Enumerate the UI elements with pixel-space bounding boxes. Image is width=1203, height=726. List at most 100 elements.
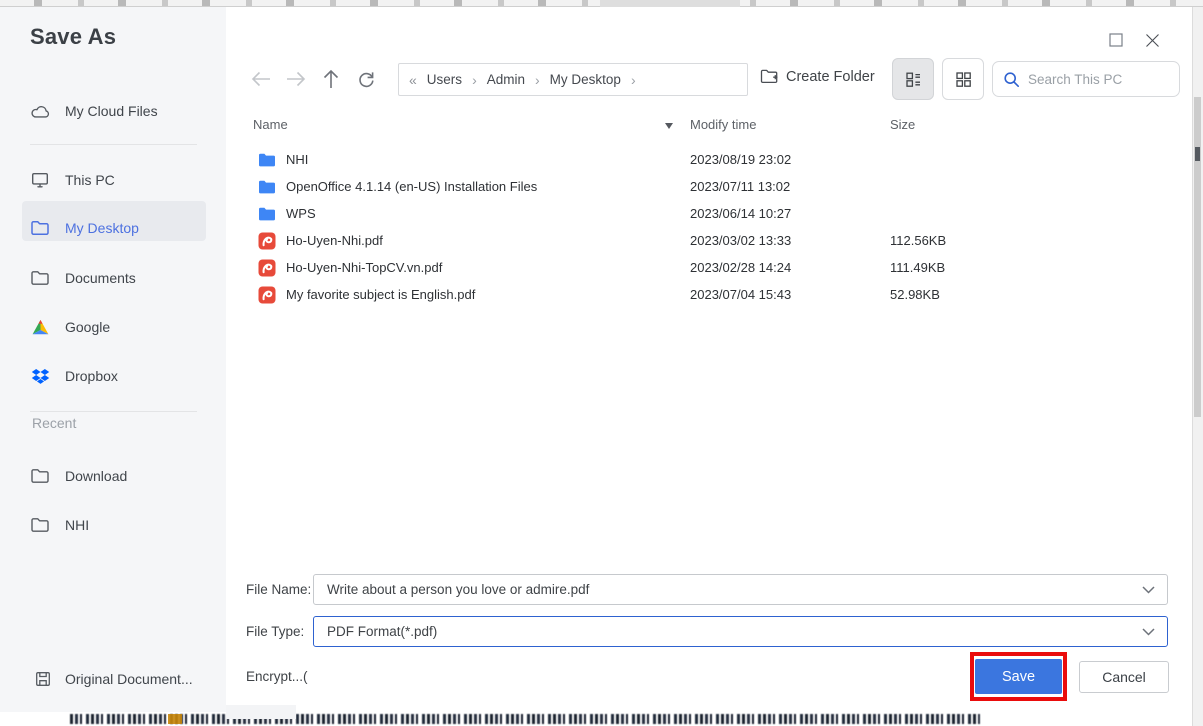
sidebar-item-label: Dropbox <box>65 368 118 384</box>
sidebar-item-my-desktop[interactable]: My Desktop <box>30 214 139 242</box>
arrow-up-icon <box>323 69 339 88</box>
background-document-highlight <box>168 714 182 724</box>
table-row[interactable]: My favorite subject is English.pdf 2023/… <box>253 281 1168 308</box>
sidebar-item-label: Documents <box>65 270 136 286</box>
breadcrumb-item-admin[interactable]: Admin <box>487 72 525 87</box>
file-type-icon <box>258 232 276 250</box>
sidebar-item-nhi[interactable]: NHI <box>30 511 89 539</box>
save-as-dialog: Save As My Cloud Files This PC My Deskto… <box>0 7 1192 719</box>
maximize-icon <box>1109 33 1123 47</box>
folder-icon <box>30 268 50 288</box>
file-name: Ho-Uyen-Nhi.pdf <box>286 233 383 248</box>
file-name-value: Write about a person you love or admire.… <box>327 582 590 597</box>
sidebar-item-my-cloud-files[interactable]: My Cloud Files <box>30 97 158 125</box>
file-modified-time: 2023/08/19 23:02 <box>690 152 792 167</box>
background-scrollbar-thumb[interactable] <box>1194 97 1201 417</box>
dialog-bottom-corner <box>226 705 296 719</box>
dropbox-icon <box>30 366 50 386</box>
folder-icon <box>259 153 275 166</box>
folder-icon <box>30 515 50 535</box>
chevron-down-icon[interactable] <box>1142 585 1155 594</box>
maximize-button[interactable] <box>1105 29 1127 51</box>
sort-descending-icon[interactable] <box>665 123 673 129</box>
search-input[interactable] <box>1028 71 1158 87</box>
close-button[interactable] <box>1141 29 1163 51</box>
folder-icon <box>259 180 275 193</box>
pdf-file-icon <box>258 232 276 249</box>
forward-button[interactable] <box>284 67 308 91</box>
sidebar-item-this-pc[interactable]: This PC <box>30 166 115 194</box>
grid-view-icon <box>955 71 971 87</box>
file-name-label: File Name: <box>246 582 312 597</box>
file-type-value: PDF Format(*.pdf) <box>327 624 438 639</box>
file-name: WPS <box>286 206 316 221</box>
file-modified-time: 2023/07/11 13:02 <box>690 179 791 194</box>
folder-icon <box>30 218 50 238</box>
sidebar-item-dropbox[interactable]: Dropbox <box>30 362 118 390</box>
encrypt-button[interactable]: Encrypt...( <box>246 669 308 684</box>
chevron-right-icon: › <box>630 71 636 88</box>
breadcrumb-item-users[interactable]: Users <box>427 72 462 87</box>
google-drive-icon <box>30 317 50 337</box>
sidebar-item-download[interactable]: Download <box>30 462 127 490</box>
sidebar-item-label: Google <box>65 319 111 335</box>
file-modified-time: 2023/03/02 13:33 <box>690 233 792 248</box>
sidebar-item-documents[interactable]: Documents <box>30 264 136 292</box>
up-button[interactable] <box>319 67 343 91</box>
back-button[interactable] <box>249 67 273 91</box>
file-name: NHI <box>286 152 309 167</box>
create-folder-label: Create Folder <box>786 68 875 85</box>
sidebar-divider <box>30 144 197 145</box>
sidebar-item-label: My Desktop <box>65 220 139 236</box>
file-modified-time: 2023/02/28 14:24 <box>690 260 792 275</box>
file-name-input[interactable]: Write about a person you love or admire.… <box>313 574 1168 605</box>
table-row[interactable]: NHI 2023/08/19 23:02 <box>253 146 1168 173</box>
save-button[interactable]: Save <box>975 659 1062 694</box>
file-type-icon <box>258 286 276 304</box>
sidebar-item-label: My Cloud Files <box>65 103 158 119</box>
refresh-icon <box>359 72 374 88</box>
arrow-left-icon <box>251 71 270 87</box>
column-header-size[interactable]: Size <box>890 117 915 132</box>
arrow-right-icon <box>287 71 306 87</box>
dialog-title: Save As <box>30 24 117 49</box>
breadcrumb-item-my-desktop[interactable]: My Desktop <box>550 72 621 87</box>
chevron-down-icon[interactable] <box>1142 627 1155 636</box>
table-row[interactable]: OpenOffice 4.1.14 (en-US) Installation F… <box>253 173 1168 200</box>
sidebar-item-google[interactable]: Google <box>30 313 110 341</box>
cancel-button[interactable]: Cancel <box>1079 661 1169 693</box>
original-document-button[interactable]: Original Document... <box>34 665 193 693</box>
original-document-label: Original Document... <box>65 671 193 687</box>
table-row[interactable]: Ho-Uyen-Nhi-TopCV.vn.pdf 2023/02/28 14:2… <box>253 254 1168 281</box>
monitor-icon <box>30 170 50 190</box>
refresh-button[interactable] <box>354 67 378 91</box>
column-header-name[interactable]: Name <box>253 117 288 132</box>
search-box[interactable] <box>992 61 1180 97</box>
breadcrumb[interactable]: « Users › Admin › My Desktop › <box>398 63 748 96</box>
file-type-input[interactable]: PDF Format(*.pdf) <box>313 616 1168 647</box>
file-size: 111.49KB <box>890 260 946 275</box>
folder-icon <box>30 466 50 486</box>
chevron-right-icon: › <box>535 71 540 88</box>
list-view-button[interactable] <box>892 58 934 100</box>
breadcrumb-collapse-icon[interactable]: « <box>409 72 417 88</box>
file-type-icon <box>258 259 276 277</box>
file-list-body: NHI 2023/08/19 23:02 OpenOffice 4.1.14 (… <box>253 146 1168 308</box>
background-document <box>0 712 1192 726</box>
pdf-file-icon <box>258 286 276 303</box>
recent-section-label: Recent <box>32 415 77 431</box>
sidebar: Save As My Cloud Files This PC My Deskto… <box>0 7 226 712</box>
sidebar-divider <box>30 411 197 412</box>
file-size: 52.98KB <box>890 287 940 302</box>
pdf-file-icon <box>258 259 276 276</box>
create-folder-button[interactable]: Create Folder <box>760 68 875 85</box>
background-toolbar-chip <box>600 0 740 7</box>
table-row[interactable]: WPS 2023/06/14 10:27 <box>253 200 1168 227</box>
grid-view-button[interactable] <box>942 58 984 100</box>
file-name: My favorite subject is English.pdf <box>286 287 476 302</box>
save-original-icon <box>34 670 52 688</box>
sidebar-item-label: This PC <box>65 172 115 188</box>
column-header-modified[interactable]: Modify time <box>690 117 756 132</box>
table-row[interactable]: Ho-Uyen-Nhi.pdf 2023/03/02 13:33 112.56K… <box>253 227 1168 254</box>
cloud-icon <box>30 101 50 121</box>
